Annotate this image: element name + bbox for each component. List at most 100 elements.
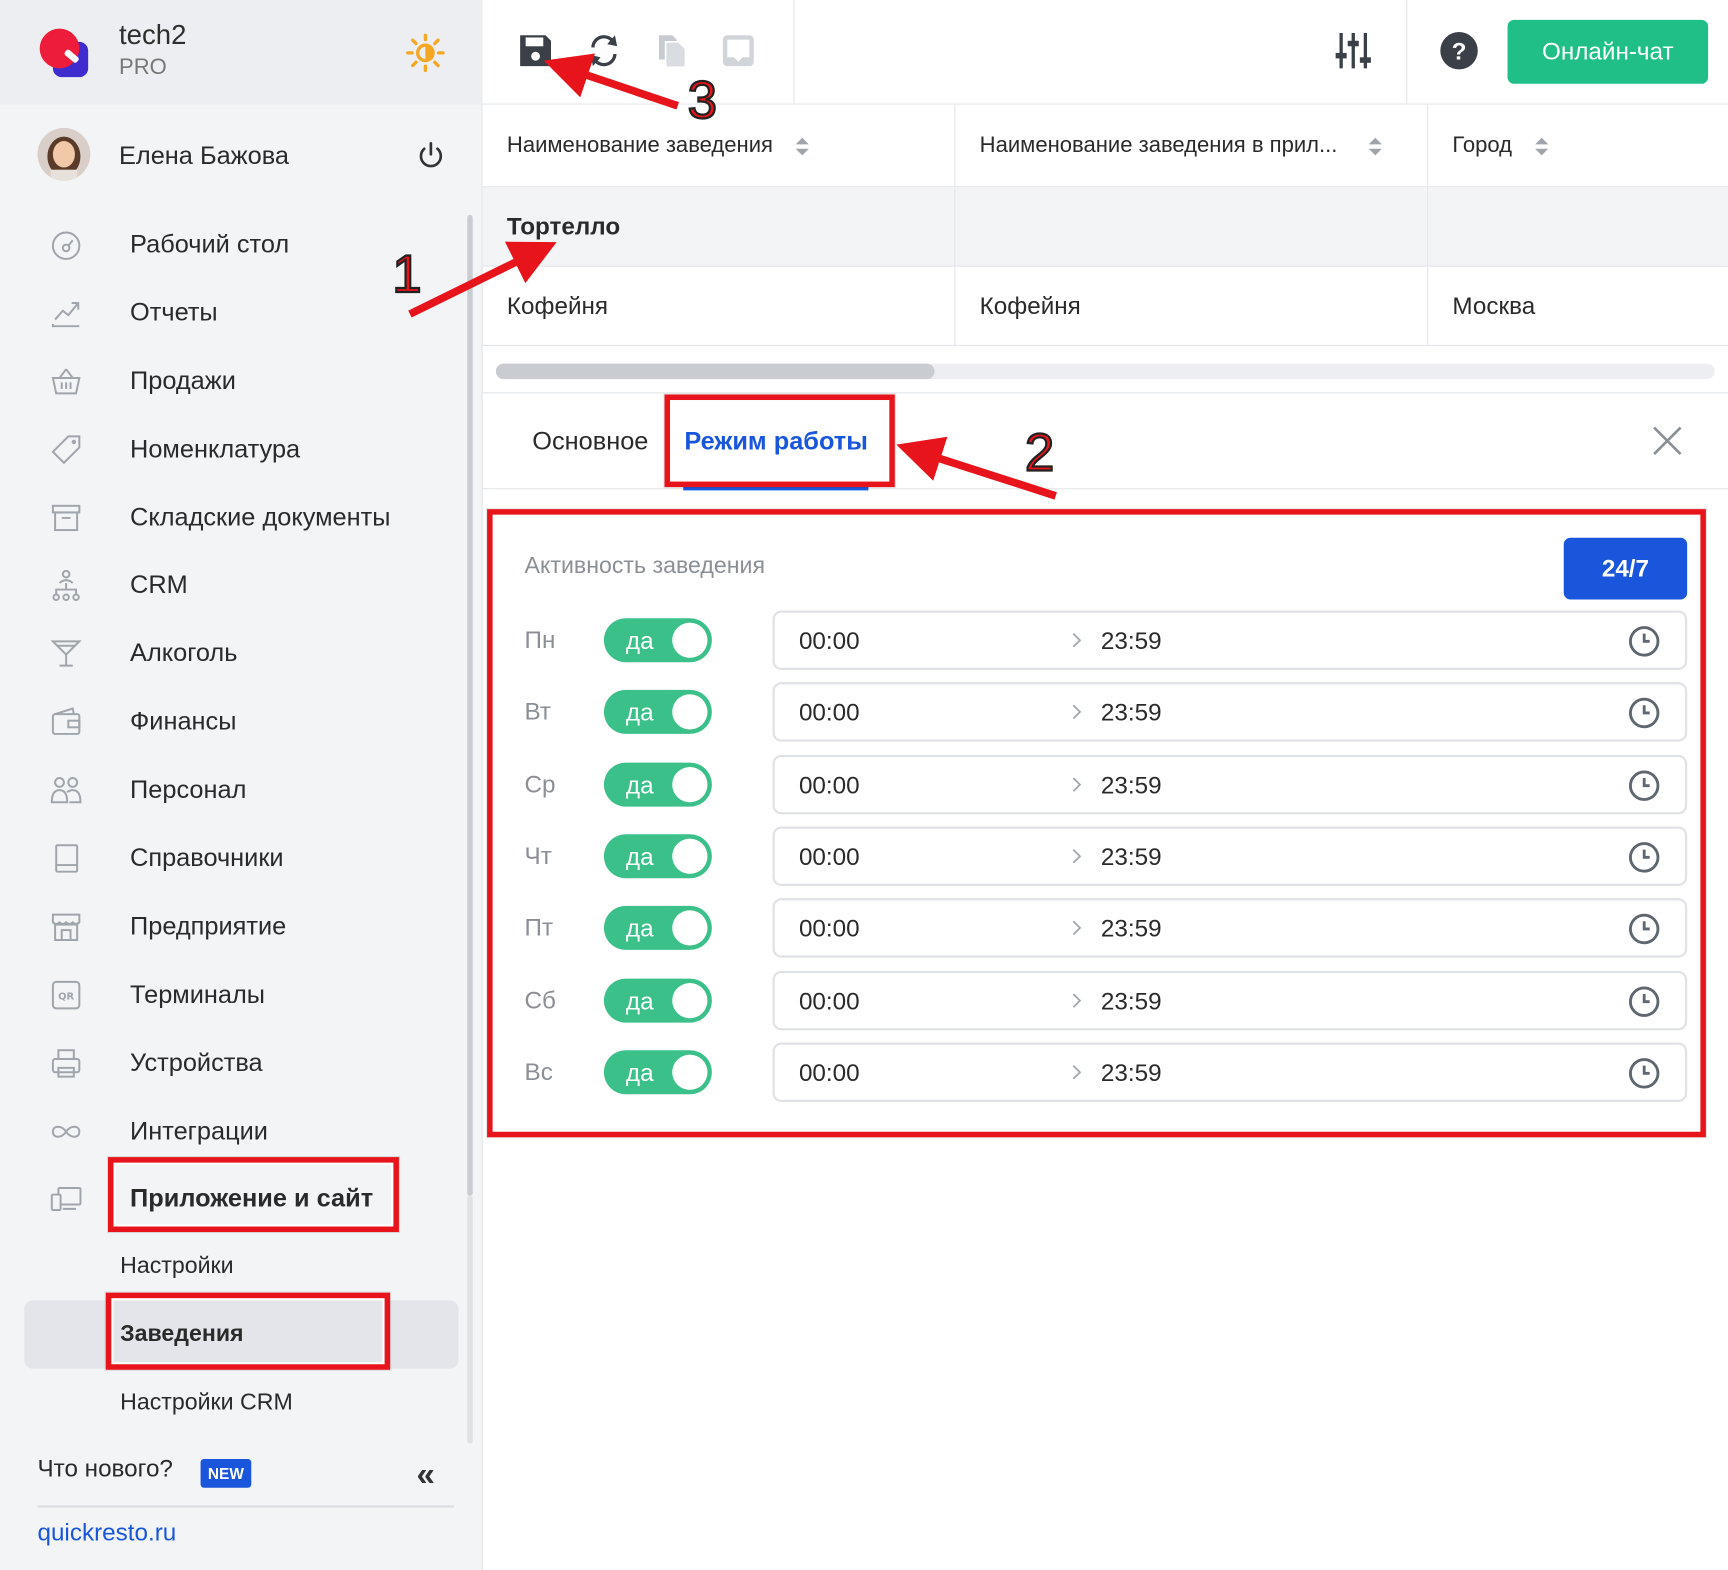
archive-box-icon bbox=[51, 504, 81, 531]
online-chat-button[interactable]: Онлайн-чат bbox=[1507, 19, 1709, 84]
inbox-icon[interactable] bbox=[719, 31, 759, 71]
sidebar-item-label: Номенклатура bbox=[130, 433, 301, 463]
wallet-icon bbox=[51, 707, 81, 736]
sidebar-item-label: Отчеты bbox=[130, 297, 218, 327]
annotation-number: 1 bbox=[391, 245, 423, 306]
sidebar-item-label: Продажи bbox=[130, 365, 236, 395]
sidebar-item-label: CRM bbox=[130, 570, 188, 599]
table-cell[interactable] bbox=[1428, 187, 1728, 267]
sidebar-item-references[interactable]: Справочники bbox=[0, 823, 463, 891]
annotation-number: 2 bbox=[1024, 423, 1056, 484]
sidebar-item-label: Финансы bbox=[130, 706, 237, 736]
plan-label: PRO bbox=[119, 55, 167, 80]
sidebar-item-integrations[interactable]: Интеграции bbox=[0, 1096, 463, 1164]
sidebar-item-label: Устройства bbox=[130, 1047, 263, 1077]
highlight-box bbox=[487, 509, 1706, 1138]
sidebar-item-label: Терминалы bbox=[130, 979, 265, 1009]
column-header-name[interactable]: Наименование заведения bbox=[482, 104, 956, 188]
theme-sun-icon[interactable] bbox=[406, 33, 446, 73]
sidebar-item-sales[interactable]: Продажи bbox=[0, 346, 463, 414]
sidebar-item-label: Рабочий стол bbox=[130, 229, 290, 258]
sidebar-item-finance[interactable]: Финансы bbox=[0, 687, 463, 755]
copy-icon[interactable] bbox=[652, 31, 692, 71]
tag-icon bbox=[51, 435, 81, 464]
column-header-label: Город bbox=[1452, 133, 1513, 158]
sidebar-item-label: Справочники bbox=[130, 843, 284, 872]
sidebar-subitem-label: Настройки bbox=[120, 1253, 234, 1279]
sidebar-scrollbar[interactable] bbox=[467, 214, 473, 1196]
sort-icon[interactable] bbox=[795, 135, 810, 157]
toolbar: ? Онлайн-чат bbox=[482, 0, 1728, 105]
sidebar-item-label: Складские документы bbox=[130, 502, 391, 531]
toolbar-separator bbox=[793, 0, 795, 105]
help-icon[interactable]: ? bbox=[1439, 31, 1479, 71]
user-name: Елена Бажова bbox=[119, 141, 290, 170]
sort-icon[interactable] bbox=[1534, 135, 1549, 157]
brand-name: tech2 bbox=[119, 19, 187, 51]
highlight-box bbox=[105, 1292, 391, 1370]
sidebar-item-label: Предприятие bbox=[130, 911, 287, 940]
sidebar-subitem-label: Настройки CRM bbox=[120, 1390, 293, 1416]
basket-icon bbox=[51, 368, 81, 395]
scrollbar-thumb[interactable] bbox=[495, 363, 935, 380]
sidebar-subitem-settings[interactable]: Настройки bbox=[0, 1232, 463, 1300]
table-cell[interactable]: Кофейня bbox=[955, 266, 1429, 347]
sidebar-divider bbox=[37, 1505, 455, 1508]
sidebar-item-devices[interactable]: Устройства bbox=[0, 1028, 463, 1096]
tab-main[interactable]: Основное bbox=[532, 426, 648, 456]
table-cell[interactable]: Кофейня bbox=[482, 266, 956, 347]
sidebar-item-alcohol[interactable]: Алкоголь bbox=[0, 619, 463, 687]
devices-icon bbox=[50, 1187, 82, 1212]
table-cell[interactable]: Тортелло bbox=[482, 187, 956, 267]
table-cell[interactable] bbox=[955, 187, 1429, 267]
sidebar-item-terminals[interactable]: QR Терминалы bbox=[0, 960, 463, 1028]
sidebar-item-warehouse-docs[interactable]: Складские документы bbox=[0, 482, 463, 550]
cocktail-glass-icon bbox=[50, 640, 82, 667]
store-icon bbox=[51, 913, 81, 941]
sidebar-scrollbar-track bbox=[467, 1195, 473, 1444]
new-badge: NEW bbox=[200, 1459, 252, 1488]
sliders-icon[interactable] bbox=[1333, 31, 1373, 71]
horizontal-scrollbar[interactable] bbox=[495, 363, 1715, 380]
book-icon bbox=[55, 844, 79, 873]
sidebar-item-crm[interactable]: CRM bbox=[0, 550, 463, 618]
sidebar-item-nomenclature[interactable]: Номенклатура bbox=[0, 414, 463, 482]
close-icon[interactable] bbox=[1649, 422, 1686, 459]
sidebar-item-staff[interactable]: Персонал bbox=[0, 755, 463, 823]
org-tree-icon bbox=[52, 570, 80, 602]
save-icon[interactable] bbox=[516, 31, 556, 71]
logout-power-icon[interactable] bbox=[417, 141, 446, 170]
highlight-box bbox=[107, 1157, 399, 1233]
refresh-icon[interactable] bbox=[584, 31, 624, 71]
column-header-label: Наименование заведения bbox=[506, 133, 773, 158]
dashboard-gauge-icon bbox=[51, 231, 81, 260]
column-header-city[interactable]: Город bbox=[1428, 104, 1728, 188]
site-link[interactable]: quickresto.ru bbox=[37, 1519, 176, 1548]
svg-text:QR: QR bbox=[58, 991, 74, 1002]
table-cell[interactable]: Москва bbox=[1428, 267, 1728, 347]
infinity-icon bbox=[51, 1125, 81, 1138]
user-row: Елена Бажова bbox=[0, 121, 483, 192]
column-header-label: Наименование заведения в прил... bbox=[979, 133, 1338, 158]
sidebar-nav: Рабочий стол Отчеты Продажи Номенклатура… bbox=[0, 209, 463, 1437]
sidebar-item-label: Интеграции bbox=[130, 1115, 268, 1145]
column-header-app-name[interactable]: Наименование заведения в прил... bbox=[955, 104, 1429, 188]
toolbar-separator bbox=[1406, 0, 1408, 105]
sidebar-item-enterprise[interactable]: Предприятие bbox=[0, 891, 463, 959]
sort-icon[interactable] bbox=[1368, 135, 1383, 157]
avatar[interactable] bbox=[37, 127, 91, 181]
highlight-box bbox=[664, 394, 895, 488]
whats-new-link[interactable]: Что нового? bbox=[37, 1455, 172, 1484]
qr-code-icon: QR bbox=[51, 980, 81, 1010]
sidebar-item-label: Алкоголь bbox=[130, 638, 238, 668]
people-icon bbox=[50, 777, 82, 804]
svg-text:?: ? bbox=[1452, 39, 1467, 66]
sidebar-subitem-crm-settings[interactable]: Настройки CRM bbox=[0, 1369, 463, 1437]
collapse-sidebar-icon[interactable]: « bbox=[417, 1457, 435, 1494]
printer-icon bbox=[51, 1048, 81, 1078]
logo-row: tech2 PRO bbox=[0, 0, 483, 105]
annotation-number: 3 bbox=[687, 71, 719, 132]
app-logo-icon[interactable] bbox=[37, 26, 90, 79]
sidebar-item-label: Персонал bbox=[130, 774, 247, 804]
chart-trend-icon bbox=[51, 301, 80, 328]
